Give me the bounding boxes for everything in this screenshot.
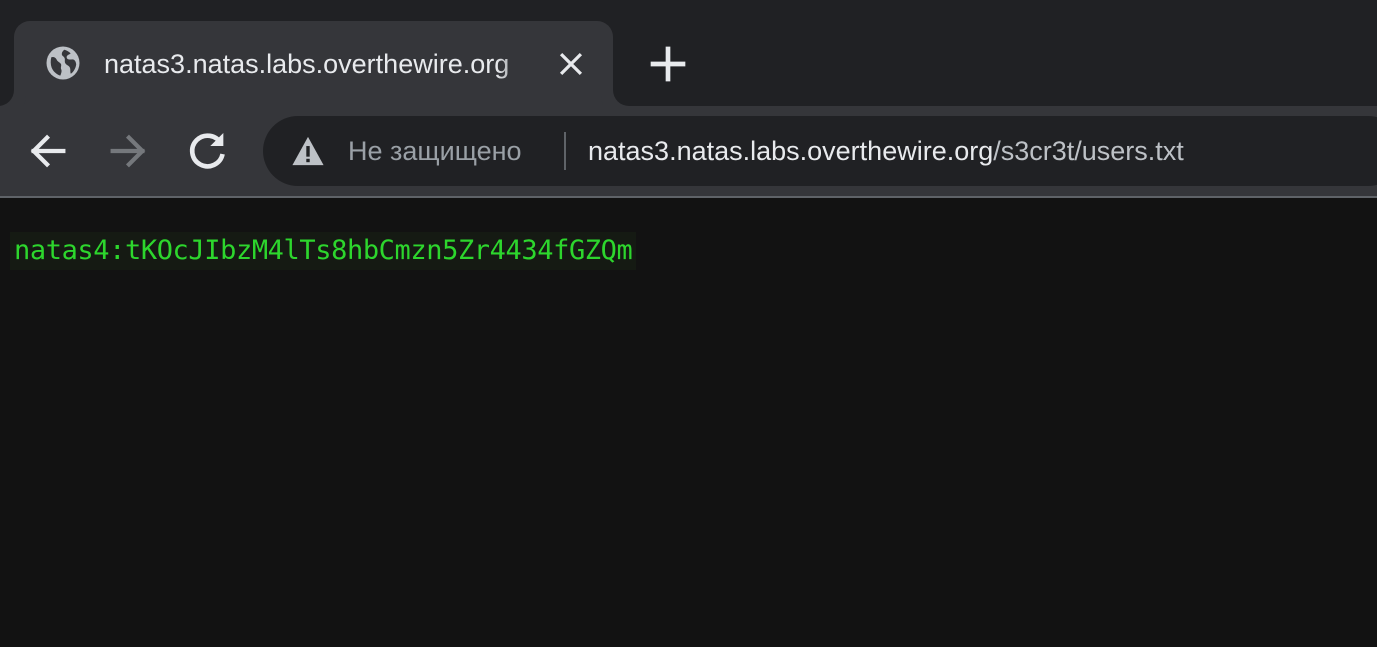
reload-icon[interactable] [185, 128, 231, 174]
address-bar[interactable]: Не защищено natas3.natas.labs.overthewir… [263, 116, 1377, 186]
url-host: natas3.natas.labs.overthewire.org [588, 136, 994, 166]
omnibox-divider [564, 132, 566, 170]
arrow-left-icon[interactable] [25, 128, 71, 174]
plus-icon[interactable] [648, 44, 688, 84]
toolbar: Не защищено natas3.natas.labs.overthewir… [0, 106, 1377, 196]
file-content-line: natas4:tKOcJIbzM4lTs8hbCmzn5Zr4434fGZQm [10, 232, 637, 270]
arrow-right-icon[interactable] [105, 128, 151, 174]
close-icon[interactable] [556, 49, 586, 79]
browser-window: natas3.natas.labs.overthewire.org Не защ… [0, 0, 1377, 647]
tab-title: natas3.natas.labs.overthewire.org [104, 49, 510, 79]
page-content: natas4:tKOcJIbzM4lTs8hbCmzn5Zr4434fGZQm [0, 198, 1377, 647]
url-path: /s3cr3t/users.txt [993, 136, 1184, 166]
security-status-label[interactable]: Не защищено [348, 132, 522, 170]
active-tab[interactable]: natas3.natas.labs.overthewire.org [14, 21, 613, 106]
tab-strip: natas3.natas.labs.overthewire.org [0, 0, 1377, 106]
url-text[interactable]: natas3.natas.labs.overthewire.org/s3cr3t… [588, 132, 1184, 170]
globe-icon [46, 46, 80, 80]
warning-icon[interactable] [291, 135, 325, 167]
